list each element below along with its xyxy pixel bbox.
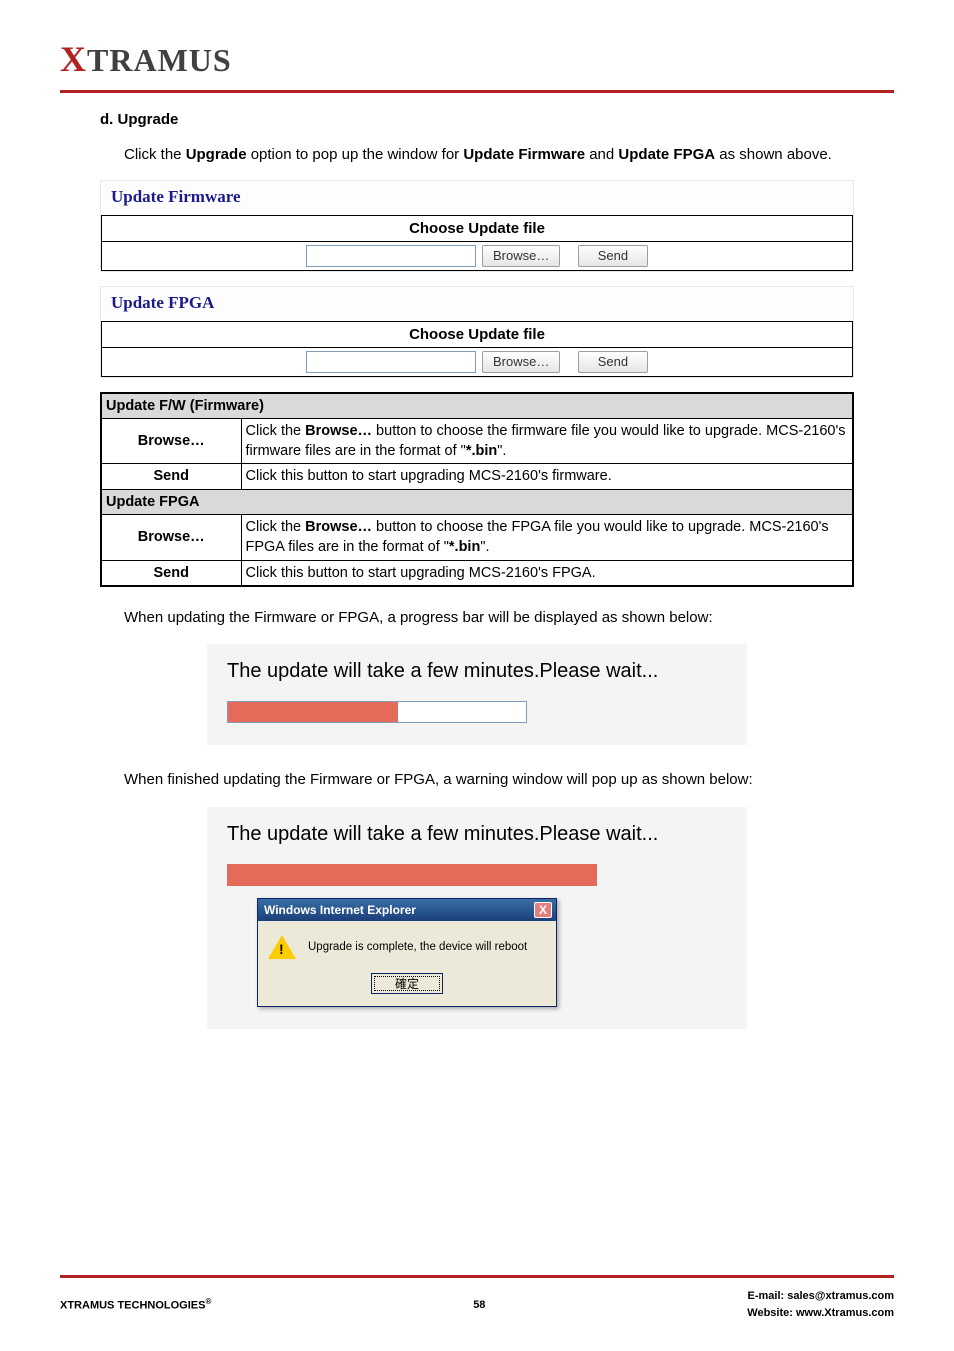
fpga-choose-table: Choose Update file Browse… Send [101, 321, 853, 377]
intro-text: Click the [124, 146, 186, 163]
firmware-choose-header: Choose Update file [102, 215, 853, 241]
close-icon[interactable]: X [534, 902, 552, 918]
update-firmware-panel: Update Firmware Choose Update file Brows… [100, 180, 854, 272]
intro-text3: and [585, 146, 618, 163]
footer-company: XTRAMUS TECHNOLOGIES [60, 1300, 205, 1312]
t3d: *.bin [449, 539, 480, 555]
desc-fw-send-text: Click this button to start upgrading MCS… [241, 464, 853, 489]
t1a: Click the [246, 423, 306, 439]
ok-button[interactable]: 確定 [371, 973, 443, 994]
fpga-choose-row: Browse… Send [102, 347, 853, 376]
intro-ufpga: Update FPGA [618, 146, 715, 163]
intro-upgrade: Upgrade [186, 146, 247, 163]
desc-fpga-send-text: Click this button to start upgrading MCS… [241, 560, 853, 586]
firmware-choose-table: Choose Update file Browse… Send [101, 215, 853, 271]
t1d: *.bin [466, 443, 497, 459]
fpga-send-button[interactable]: Send [578, 351, 648, 373]
t3b: Browse… [305, 519, 372, 535]
progress-bar [227, 701, 527, 723]
footer-left: XTRAMUS TECHNOLOGIES® [60, 1297, 211, 1312]
header-rule [60, 90, 894, 93]
fpga-file-input[interactable] [306, 351, 476, 373]
section-heading: d. Upgrade [100, 111, 894, 128]
dialog-card: The update will take a few minutes.Pleas… [207, 807, 747, 1029]
progress-text: The update will take a few minutes.Pleas… [227, 660, 727, 683]
footer-right: E-mail: sales@xtramus.com Website: www.X… [747, 1288, 894, 1321]
desc-fpga-browse-text: Click the Browse… button to choose the F… [241, 514, 853, 560]
progress-bar-full [227, 864, 597, 886]
description-table: Update F/W (Firmware) Browse… Click the … [100, 392, 854, 587]
desc-fw-browse-text: Click the Browse… button to choose the f… [241, 418, 853, 464]
t3e: ". [480, 539, 489, 555]
update-fpga-panel: Update FPGA Choose Update file Browse… S… [100, 286, 854, 378]
progress-text-2: The update will take a few minutes.Pleas… [227, 823, 727, 846]
intro-ufw: Update Firmware [463, 146, 585, 163]
desc-fw-browse-label: Browse… [101, 418, 241, 464]
footer-rule [60, 1275, 894, 1278]
update-fpga-title: Update FPGA [101, 287, 853, 321]
intro-text2: option to pop up the window for [247, 146, 464, 163]
progress-intro: When updating the Firmware or FPGA, a pr… [124, 605, 874, 631]
dialog-intro: When finished updating the Firmware or F… [124, 767, 874, 793]
firmware-browse-button[interactable]: Browse… [482, 245, 560, 267]
t1b: Browse… [305, 423, 372, 439]
ie-body: Upgrade is complete, the device will reb… [258, 921, 556, 1006]
footer-web: www.Xtramus.com [796, 1307, 894, 1319]
firmware-send-button[interactable]: Send [578, 245, 648, 267]
warning-icon [268, 933, 296, 961]
firmware-file-input[interactable] [306, 245, 476, 267]
progress-card: The update will take a few minutes.Pleas… [207, 644, 747, 745]
footer-web-label: Website: [747, 1307, 796, 1319]
ie-titlebar: Windows Internet Explorer X [258, 899, 556, 921]
page-footer: XTRAMUS TECHNOLOGIES® 58 E-mail: sales@x… [60, 1275, 894, 1321]
desc-fw-send-label: Send [101, 464, 241, 489]
ie-dialog: Windows Internet Explorer X Upgrade is c… [257, 898, 557, 1007]
footer-page: 58 [211, 1299, 747, 1311]
t3a: Click the [246, 519, 306, 535]
desc-hdr-fw: Update F/W (Firmware) [101, 393, 853, 419]
update-firmware-title: Update Firmware [101, 181, 853, 215]
desc-fpga-browse-label: Browse… [101, 514, 241, 560]
footer-email: sales@xtramus.com [787, 1290, 894, 1302]
footer-email-label: E-mail: [748, 1290, 788, 1302]
fpga-choose-header: Choose Update file [102, 321, 853, 347]
fpga-browse-button[interactable]: Browse… [482, 351, 560, 373]
t1e: ". [497, 443, 506, 459]
brand-logo: XTRAMUS [60, 30, 894, 86]
logo-rest: TRAMUS [87, 42, 232, 78]
intro-paragraph: Click the Upgrade option to pop up the w… [124, 142, 874, 168]
intro-text4: as shown above. [715, 146, 832, 163]
ie-title-text: Windows Internet Explorer [264, 903, 416, 917]
firmware-choose-row: Browse… Send [102, 241, 853, 270]
ie-message: Upgrade is complete, the device will reb… [308, 941, 527, 953]
progress-bar-fill [228, 702, 398, 722]
desc-fpga-send-label: Send [101, 560, 241, 586]
desc-hdr-fpga: Update FPGA [101, 489, 853, 514]
logo-x: X [60, 39, 87, 79]
